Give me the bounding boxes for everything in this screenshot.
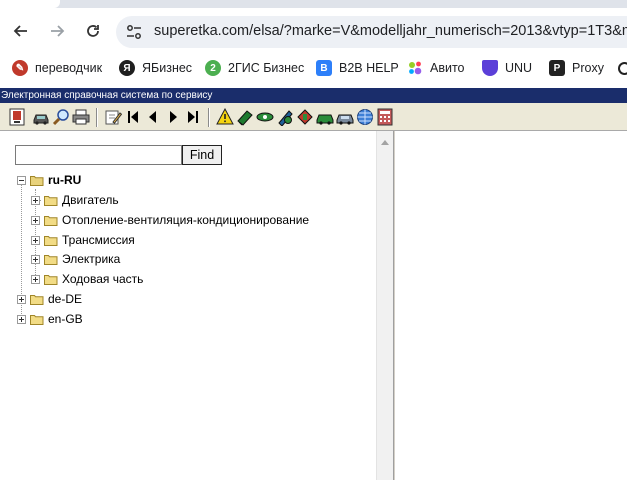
search-icon[interactable] <box>52 108 70 126</box>
folder-icon <box>44 274 58 285</box>
tree-node-label: Отопление-вентиляция-кондиционирование <box>62 213 310 227</box>
proxy-icon: P <box>549 60 565 76</box>
reload-icon <box>87 25 99 37</box>
yandex-business-icon: Я <box>119 60 135 76</box>
open-folder-icon <box>30 175 44 186</box>
expand-icon[interactable] <box>31 235 40 245</box>
site-settings-icon[interactable] <box>126 24 142 40</box>
bookmark-avito[interactable]: Авито <box>407 58 465 78</box>
folder-icon <box>44 195 58 206</box>
app-title-bar: Электронная справочная система по сервис… <box>0 88 627 103</box>
overflow-icon <box>618 61 627 75</box>
forward-arrow-icon <box>51 25 65 37</box>
bookmark-label: B2B HELP <box>339 61 399 75</box>
maintenance-icon[interactable] <box>296 108 314 126</box>
bookmark-proxy[interactable]: P Proxy <box>549 58 604 78</box>
tree-node-electrics[interactable]: Электрика <box>31 251 120 267</box>
repair-manual-icon[interactable] <box>236 108 254 126</box>
toolbar-separator <box>96 108 98 127</box>
tree-node-label: ru-RU <box>48 173 82 187</box>
warning-icon[interactable] <box>216 108 234 126</box>
tree-node-label: Электрика <box>62 252 121 266</box>
bookmark-label: UNU <box>505 61 533 75</box>
bookmark-label: 2ГИС Бизнес <box>228 61 305 75</box>
expand-icon[interactable] <box>31 254 40 264</box>
bookmark-b2b-help[interactable]: B B2B HELP <box>316 58 399 78</box>
app-toolbar <box>0 103 627 131</box>
collapse-icon[interactable] <box>17 175 26 185</box>
bookmark-2gis[interactable]: 2 2ГИС Бизнес <box>205 58 304 78</box>
avito-icon <box>407 60 423 76</box>
toolbar-separator <box>208 108 210 127</box>
exit-icon[interactable] <box>8 108 26 126</box>
tab-strip <box>0 0 627 8</box>
active-tab[interactable] <box>0 0 60 8</box>
tree-node-chassis[interactable]: Ходовая часть <box>31 271 143 287</box>
folder-icon <box>30 314 44 325</box>
content-pane <box>395 131 627 480</box>
2gis-icon: 2 <box>205 60 221 76</box>
body-repair-icon[interactable] <box>316 108 334 126</box>
forward-button[interactable] <box>44 18 70 44</box>
edit-icon[interactable] <box>104 108 122 126</box>
search-input[interactable] <box>15 145 182 165</box>
diagnostics-icon[interactable] <box>276 108 294 126</box>
bookmark-overflow[interactable] <box>618 58 627 78</box>
expand-icon[interactable] <box>31 215 40 225</box>
expand-icon[interactable] <box>31 274 40 284</box>
tree-node-label: Ходовая часть <box>62 272 144 286</box>
find-button[interactable]: Find <box>182 145 222 165</box>
tree-node-engine[interactable]: Двигатель <box>31 192 119 208</box>
reload-button[interactable] <box>80 18 106 44</box>
expand-icon[interactable] <box>17 294 26 304</box>
vehicle-icon[interactable] <box>32 108 50 126</box>
tree-node-hvac[interactable]: Отопление-вентиляция-кондиционирование <box>31 212 309 228</box>
folder-icon <box>44 254 58 265</box>
bookmark-unu[interactable]: UNU <box>482 58 532 78</box>
vehicle-data-icon[interactable] <box>336 108 354 126</box>
tree-node-ru-ru[interactable]: ru-RU <box>17 172 81 188</box>
scroll-up-icon[interactable] <box>381 140 389 145</box>
bookmark-label: Авито <box>430 61 465 75</box>
browser-chrome: superetka.com/elsa/?marke=V&modelljahr_n… <box>0 0 627 88</box>
folder-icon <box>44 235 58 246</box>
bookmarks-bar: ✎ переводчик Я ЯБизнес 2 2ГИС Бизнес B B… <box>0 54 627 82</box>
tree-node-transmission[interactable]: Трансмиссия <box>31 232 135 248</box>
tree-node-de-de[interactable]: de-DE <box>17 291 82 307</box>
address-bar[interactable]: superetka.com/elsa/?marke=V&modelljahr_n… <box>116 16 627 48</box>
bookmark-label: ЯБизнес <box>142 61 193 75</box>
next-page-icon[interactable] <box>164 108 182 126</box>
expand-icon[interactable] <box>17 314 26 324</box>
last-page-icon[interactable] <box>184 108 202 126</box>
back-button[interactable] <box>8 18 34 44</box>
tree-node-label: de-DE <box>48 292 83 306</box>
tree-node-en-gb[interactable]: en-GB <box>17 311 83 327</box>
b2b-help-icon: B <box>316 60 332 76</box>
tree-node-label: en-GB <box>48 312 83 326</box>
wiring-icon[interactable] <box>256 108 274 126</box>
first-page-icon[interactable] <box>124 108 142 126</box>
tree-node-label: Двигатель <box>62 193 119 207</box>
bookmark-yabusiness[interactable]: Я ЯБизнес <box>119 58 192 78</box>
bookmark-translator[interactable]: ✎ переводчик <box>12 58 102 78</box>
bookmark-label: Proxy <box>572 61 604 75</box>
print-icon[interactable] <box>72 108 90 126</box>
unu-icon <box>482 60 498 76</box>
tree-node-label: Трансмиссия <box>62 233 135 247</box>
globe-icon[interactable] <box>356 108 374 126</box>
previous-page-icon[interactable] <box>144 108 162 126</box>
folder-icon <box>30 294 44 305</box>
back-arrow-icon <box>13 25 27 37</box>
url-text: superetka.com/elsa/?marke=V&modelljahr_n… <box>154 23 627 39</box>
folder-icon <box>44 215 58 226</box>
calculator-icon[interactable] <box>376 108 394 126</box>
bookmark-label: переводчик <box>35 61 103 75</box>
tree-scrollbar[interactable] <box>376 131 393 480</box>
expand-icon[interactable] <box>31 195 40 205</box>
translator-icon: ✎ <box>12 60 28 76</box>
